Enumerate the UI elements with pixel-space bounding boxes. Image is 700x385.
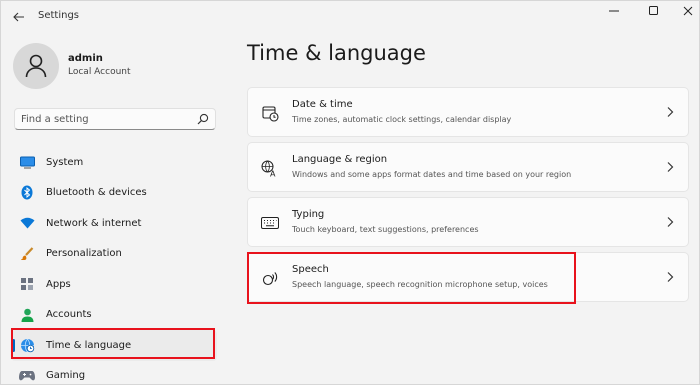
calendar-clock-icon	[260, 104, 280, 122]
sidebar-item-network[interactable]: Network & internet	[11, 208, 217, 239]
sidebar-item-time-language[interactable]: Time & language	[11, 330, 217, 361]
search-box[interactable]	[14, 108, 216, 130]
card-subtitle: Speech language, speech recognition micr…	[292, 280, 548, 289]
settings-window: Settings admin Local Account Find a sett…	[0, 0, 700, 385]
sidebar-item-label: Time & language	[46, 339, 132, 351]
chevron-right-icon	[667, 217, 674, 227]
sidebar-item-label: Bluetooth & devices	[46, 187, 147, 199]
maximize-icon	[649, 6, 658, 15]
person-icon	[19, 307, 35, 323]
svg-text:A: A	[270, 169, 276, 177]
speech-icon	[260, 269, 280, 287]
maximize-button[interactable]	[641, 3, 667, 19]
sidebar-item-personalization[interactable]: Personalization	[11, 239, 217, 270]
card-language-region[interactable]: A Language & region Windows and some app…	[247, 142, 689, 192]
language-icon: A	[260, 159, 280, 177]
chevron-right-icon	[667, 162, 674, 172]
title-bar: Settings	[1, 1, 699, 31]
chevron-right-icon	[667, 272, 674, 282]
person-avatar-icon	[25, 54, 47, 78]
account-type: Local Account	[68, 67, 131, 77]
page-title: Time & language	[247, 41, 426, 65]
user-profile[interactable]: admin Local Account	[11, 37, 221, 91]
sidebar-nav: System Bluetooth & devices Network & int…	[11, 147, 217, 385]
globe-clock-icon	[19, 337, 35, 353]
avatar	[13, 43, 59, 89]
back-button[interactable]	[9, 7, 29, 27]
user-name: admin	[68, 53, 103, 64]
card-speech[interactable]: Speech Speech language, speech recogniti…	[247, 252, 689, 302]
apps-icon	[19, 276, 35, 292]
card-date-time[interactable]: Date & time Time zones, automatic clock …	[247, 87, 689, 137]
sidebar-item-label: Apps	[46, 278, 71, 290]
sidebar-item-label: Network & internet	[46, 217, 142, 229]
close-button[interactable]	[675, 3, 699, 19]
brush-icon	[19, 246, 35, 262]
sidebar-item-label: Accounts	[46, 309, 92, 321]
sidebar-item-label: Personalization	[46, 248, 122, 260]
monitor-icon	[19, 154, 35, 170]
card-subtitle: Time zones, automatic clock settings, ca…	[292, 115, 512, 124]
search-input[interactable]	[21, 111, 189, 127]
chevron-right-icon	[667, 107, 674, 117]
sidebar-item-gaming[interactable]: Gaming	[11, 361, 217, 385]
minimize-button[interactable]	[601, 3, 627, 19]
app-title: Settings	[38, 10, 80, 21]
search-icon[interactable]	[197, 113, 209, 125]
card-title: Language & region	[292, 154, 388, 165]
card-title: Typing	[292, 209, 325, 220]
sidebar-item-label: System	[46, 156, 84, 168]
sidebar-item-bluetooth[interactable]: Bluetooth & devices	[11, 178, 217, 209]
back-arrow-icon	[13, 12, 24, 22]
sidebar-item-system[interactable]: System	[11, 147, 217, 178]
minimize-icon	[609, 10, 619, 12]
sidebar-item-accounts[interactable]: Accounts	[11, 300, 217, 331]
wifi-icon	[19, 215, 35, 231]
card-typing[interactable]: Typing Touch keyboard, text suggestions,…	[247, 197, 689, 247]
close-icon	[683, 6, 693, 16]
gamepad-icon	[19, 368, 35, 384]
card-title: Speech	[292, 264, 329, 275]
bluetooth-icon	[19, 185, 35, 201]
keyboard-icon	[260, 214, 280, 232]
card-subtitle: Touch keyboard, text suggestions, prefer…	[292, 225, 479, 234]
sidebar-item-label: Gaming	[46, 370, 86, 382]
card-subtitle: Windows and some apps format dates and t…	[292, 170, 572, 179]
card-title: Date & time	[292, 99, 353, 110]
sidebar-item-apps[interactable]: Apps	[11, 269, 217, 300]
